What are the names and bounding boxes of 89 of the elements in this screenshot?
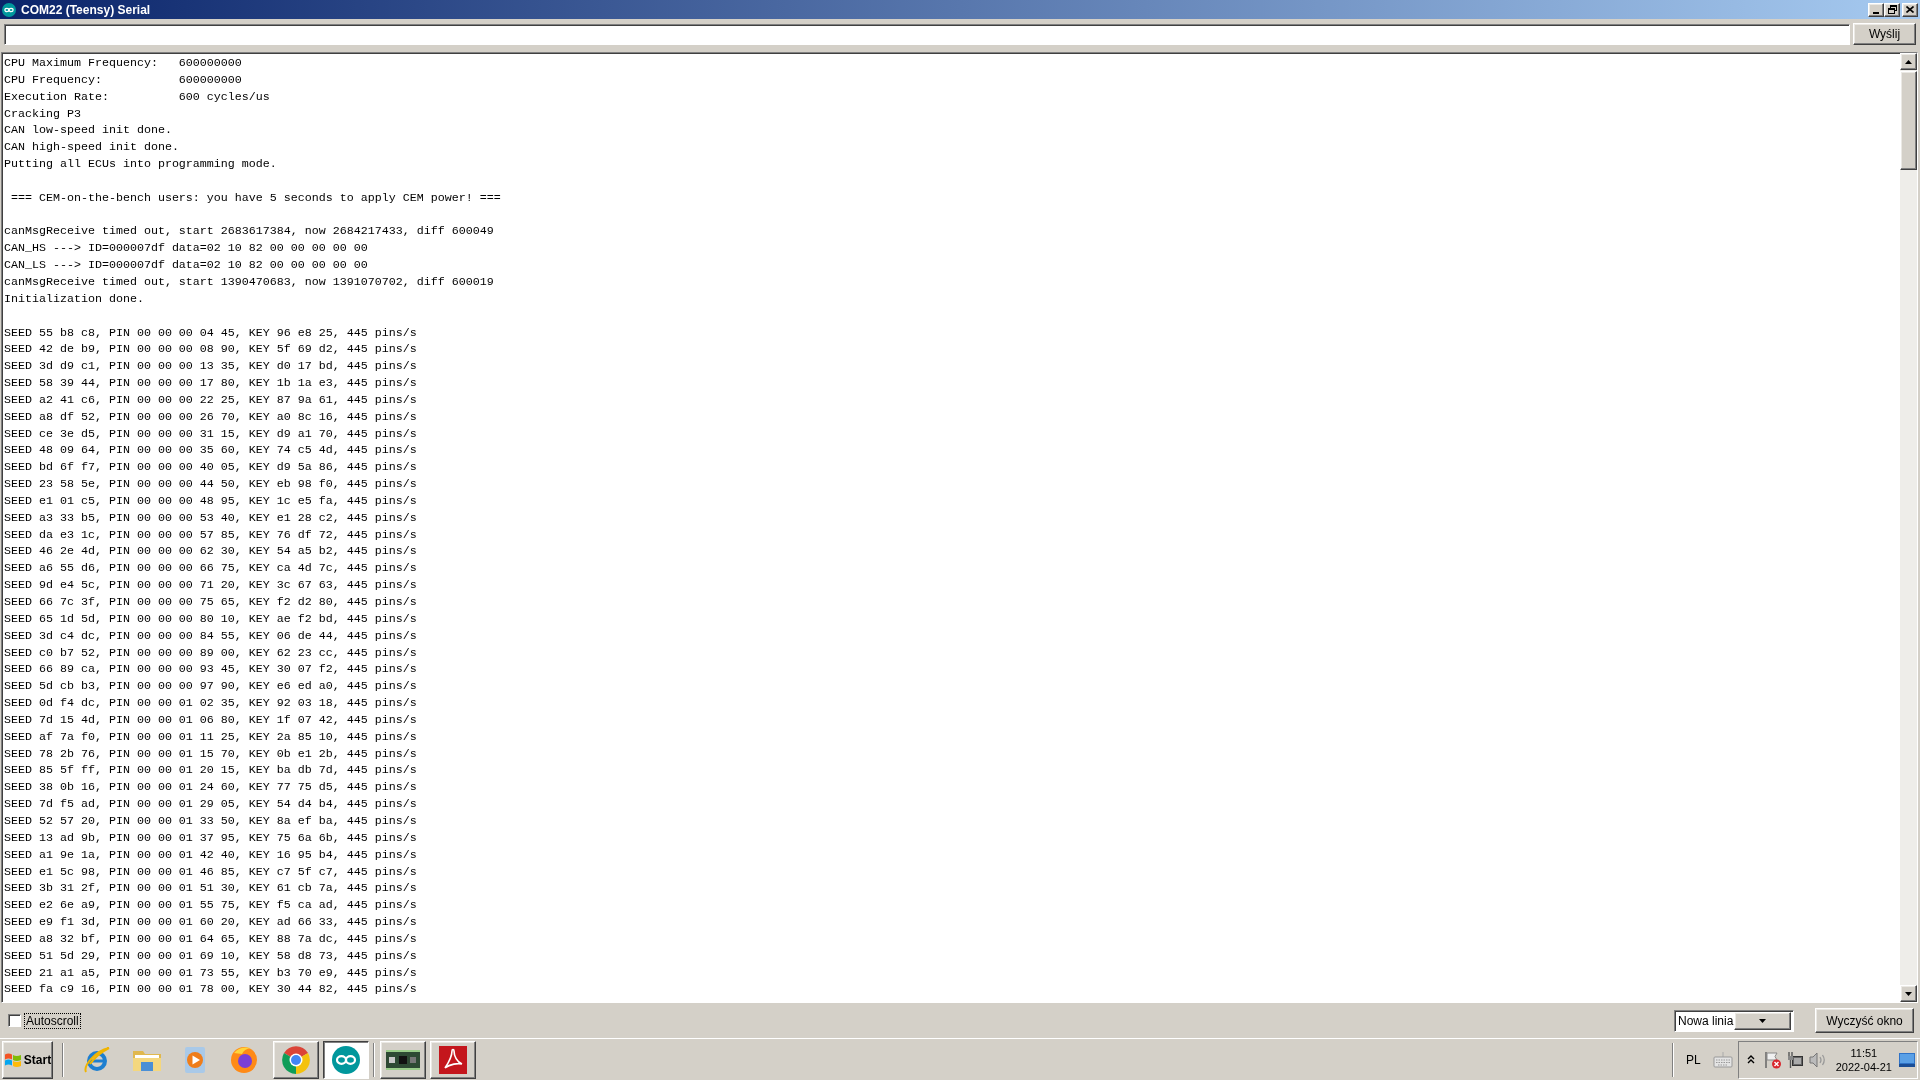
output-line: SEED c0 b7 52, PIN 00 00 00 89 00, KEY 62 23 cc, 445 pins/s: [4, 644, 417, 662]
circuit-board-icon: [386, 1049, 420, 1070]
output-line: SEED 3d d9 c1, PIN 00 00 00 13 35, KEY d0 17 bd, 445 pins/s: [4, 358, 417, 376]
window-title: COM22 (Teensy) Serial: [21, 2, 152, 17]
output-line: SEED a3 33 b5, PIN 00 00 00 53 40, KEY e1 28 c2, 445 pins/s: [4, 509, 417, 527]
restore-icon: [1887, 5, 1897, 14]
output-line: canMsgReceive timed out, start 2683617384, now 2684217433, diff 600049: [4, 223, 494, 241]
chevron-up-icon[interactable]: [1746, 1055, 1755, 1064]
e-orbit-icon[interactable]: [83, 1045, 111, 1074]
output-line: SEED 42 de b9, PIN 00 00 00 08 90, KEY 5f 69 d2, 445 pins/s: [4, 341, 417, 359]
clear-button[interactable]: Wyczyść okno: [1815, 1008, 1914, 1033]
output-line: SEED 21 a1 a5, PIN 00 00 01 73 55, KEY b3 70 e9, 445 pins/s: [4, 964, 417, 982]
flame-orb-icon[interactable]: [230, 1045, 258, 1074]
output-line: Execution Rate: 600 cycles/us: [4, 88, 270, 106]
output-line: SEED 85 5f ff, PIN 00 00 01 20 15, KEY ba db 7d, 445 pins/s: [4, 762, 417, 780]
output-line: SEED 66 89 ca, PIN 00 00 00 93 45, KEY 30 07 f2, 445 pins/s: [4, 661, 417, 679]
output-line: SEED a8 df 52, PIN 00 00 00 26 70, KEY a0 8c 16, 445 pins/s: [4, 408, 417, 426]
output-line: CAN_LS ---> ID=000007df data=02 10 82 00 00 00 00 00: [4, 257, 368, 274]
output-line: Putting all ECUs into programming mode.: [4, 156, 277, 173]
output-line: SEED 38 0b 16, PIN 00 00 01 24 60, KEY 77 75 d5, 445 pins/s: [4, 779, 417, 797]
send-button[interactable]: Wyślij: [1853, 23, 1916, 45]
network-icon[interactable]: [1785, 1050, 1804, 1069]
output-line: SEED 78 2b 76, PIN 00 00 01 15 70, KEY 0b e1 2b, 445 pins/s: [4, 745, 417, 763]
scroll-down-button[interactable]: [1900, 985, 1917, 1002]
taskbar-button[interactable]: [323, 1040, 369, 1079]
output-line: SEED e1 5c 98, PIN 00 00 01 46 85, KEY c7 5f c7, 445 pins/s: [4, 863, 417, 881]
output-line: SEED 55 b8 c8, PIN 00 00 00 04 45, KEY 96 e8 25, 445 pins/s: [4, 324, 417, 342]
start-button[interactable]: Start: [2, 1040, 53, 1079]
scrollbar-thumb[interactable]: [1900, 71, 1917, 170]
output-line: SEED 66 7c 3f, PIN 00 00 00 75 65, KEY f2 d2 80, 445 pins/s: [4, 594, 417, 611]
output-line: SEED da e3 1c, PIN 00 00 00 57 85, KEY 76 df 72, 445 pins/s: [4, 526, 417, 544]
output-line: SEED a8 32 bf, PIN 00 00 01 64 65, KEY 88 7a dc, 445 pins/s: [4, 930, 417, 948]
close-icon: [1906, 6, 1914, 13]
output-line: SEED af 7a f0, PIN 00 00 01 11 25, KEY 2a 85 10, 445 pins/s: [4, 728, 417, 746]
infinity-icon: [331, 1044, 361, 1075]
scroll-up-button[interactable]: [1900, 53, 1917, 70]
output-line: SEED 65 1d 5d, PIN 00 00 00 80 10, KEY ae f2 bd, 445 pins/s: [4, 610, 417, 628]
output-line: SEED a1 9e 1a, PIN 00 00 01 42 40, KEY 16 95 b4, 445 pins/s: [4, 846, 417, 864]
output-line: SEED bd 6f f7, PIN 00 00 00 40 05, KEY d9 5a 86, 445 pins/s: [4, 459, 417, 477]
output-line: SEED ce 3e d5, PIN 00 00 00 31 15, KEY d9 a1 70, 445 pins/s: [4, 425, 417, 443]
output-line: SEED 23 58 5e, PIN 00 00 00 44 50, KEY eb 98 f0, 445 pins/s: [4, 476, 417, 493]
output-line: CAN_HS ---> ID=000007df data=02 10 82 00 00 00 00 00: [4, 240, 368, 258]
output-line: CPU Frequency: 600000000: [4, 71, 242, 89]
clock-time: 11:51: [1850, 1045, 1878, 1060]
output-line: SEED 7d 15 4d, PIN 00 00 01 06 80, KEY 1f 07 42, 445 pins/s: [4, 711, 417, 729]
output-line: CAN low-speed init done.: [4, 122, 172, 140]
output-line: SEED 3d c4 dc, PIN 00 00 00 84 55, KEY 06 de 44, 445 pins/s: [4, 627, 417, 645]
output-line: SEED e9 f1 3d, PIN 00 00 01 60 20, KEY ad 66 33, 445 pins/s: [4, 914, 417, 931]
output-line: SEED a6 55 d6, PIN 00 00 00 66 75, KEY ca 4d 7c, 445 pins/s: [4, 560, 417, 578]
output-line: CPU Maximum Frequency: 600000000: [4, 55, 242, 72]
close-button[interactable]: [1902, 2, 1918, 17]
output-line: SEED e2 6e a9, PIN 00 00 01 55 75, KEY f5 ca ad, 445 pins/s: [4, 897, 417, 915]
output-line: SEED 9d e4 5c, PIN 00 00 00 71 20, KEY 3c 67 63, 445 pins/s: [4, 577, 417, 594]
output-line: SEED 51 5d 29, PIN 00 00 01 69 10, KEY 58 d8 73, 445 pins/s: [4, 947, 417, 965]
send-input[interactable]: [4, 24, 1850, 45]
flag-error-icon[interactable]: [1763, 1050, 1782, 1069]
output-line: canMsgReceive timed out, start 1390470683, now 1391070702, diff 600019: [4, 273, 494, 291]
swirl-tile-icon: [439, 1045, 467, 1074]
line-ending-dropdown[interactable]: Nowa linia: [1674, 1009, 1794, 1032]
autoscroll-label[interactable]: Autoscroll: [25, 1013, 80, 1028]
output-line: SEED 5d cb b3, PIN 00 00 00 97 90, KEY e6 ed a0, 445 pins/s: [4, 678, 417, 696]
clock-date: 2022-04-21: [1835, 1059, 1892, 1074]
minimize-button[interactable]: [1868, 2, 1884, 17]
output-line: SEED 58 39 44, PIN 00 00 00 17 80, KEY 1b 1a e3, 445 pins/s: [4, 375, 417, 392]
caret-up-icon: [1905, 59, 1912, 64]
output-line: SEED a2 41 c6, PIN 00 00 00 22 25, KEY 87 9a 61, 445 pins/s: [4, 391, 417, 409]
language-indicator[interactable]: PL: [1686, 1052, 1701, 1067]
output-line: SEED 0d f4 dc, PIN 00 00 01 02 35, KEY 92 03 18, 445 pins/s: [4, 695, 417, 712]
output-line: === CEM-on-the-bench users: you have 5 seconds to apply CEM power! ===: [10, 189, 501, 207]
output-line: SEED 48 09 64, PIN 00 00 00 35 60, KEY 74 c5 4d, 445 pins/s: [4, 442, 417, 460]
output-line: SEED 7d f5 ad, PIN 00 00 01 29 05, KEY 54 d4 b4, 445 pins/s: [4, 796, 417, 813]
output-line: SEED fa c9 16, PIN 00 00 01 78 00, KEY 30 44 82, 445 pins/s: [4, 981, 417, 999]
output-line: Initialization done.: [4, 290, 144, 308]
segmented-orb-icon: [281, 1044, 311, 1075]
caret-down-icon: [1758, 1018, 1766, 1023]
output-line: SEED e1 01 c5, PIN 00 00 00 48 95, KEY 1c e5 fa, 445 pins/s: [4, 492, 417, 510]
output-line: SEED 46 2e 4d, PIN 00 00 00 62 30, KEY 54 a5 b2, 445 pins/s: [4, 543, 417, 561]
output-line: CAN high-speed init done.: [4, 139, 179, 157]
output-line: SEED 3b 31 2f, PIN 00 00 01 51 30, KEY 61 cb 7a, 445 pins/s: [4, 880, 417, 898]
output-line: SEED 52 57 20, PIN 00 00 01 33 50, KEY 8a ef ba, 445 pins/s: [4, 812, 417, 830]
autoscroll-checkbox[interactable]: [8, 1014, 21, 1027]
infinity-logo-icon: [2, 2, 16, 17]
flag-logo-icon: [3, 1051, 22, 1068]
desktop-icon[interactable]: [1899, 1052, 1915, 1067]
restore-button[interactable]: [1884, 2, 1900, 17]
output-line: SEED 13 ad 9b, PIN 00 00 01 37 95, KEY 75 6a 6b, 445 pins/s: [4, 829, 417, 847]
caret-down-icon: [1905, 991, 1912, 996]
minimize-icon: [1873, 11, 1879, 14]
output-line: Cracking P3: [4, 105, 81, 123]
